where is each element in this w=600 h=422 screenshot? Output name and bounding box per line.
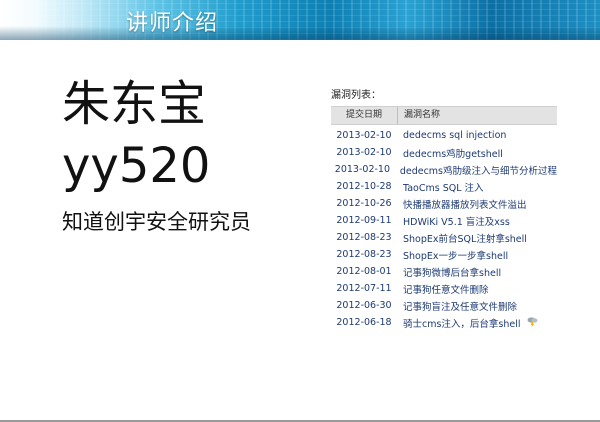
table-row: 2012-08-23 ShopEx前台SQL注射拿shell (331, 229, 557, 246)
row-date: 2012-10-28 (336, 181, 392, 192)
table-row: 2012-07-11 记事狗任意文件删除 (331, 280, 557, 297)
weather-icon (526, 313, 539, 332)
row-date: 2013-02-10 (336, 130, 392, 141)
row-date: 2013-02-10 (334, 164, 391, 175)
table-row: 2012-06-30 记事狗盲注及任意文件删除 (331, 297, 557, 314)
page-title: 讲师介绍 (126, 11, 219, 36)
header-banner: 讲师介绍 (0, 0, 600, 40)
row-name-link[interactable]: dedecms sql injection (397, 130, 506, 141)
row-name-link[interactable]: dedecms鸡肋级注入与细节分析过程 (394, 163, 557, 177)
table-row: 2012-08-01 记事狗微博后台拿shell (331, 263, 557, 280)
column-header-date: 提交日期 (331, 107, 398, 124)
column-header-name: 漏洞名称 (404, 110, 441, 120)
vuln-table-header: 提交日期 漏洞名称 (331, 106, 557, 125)
row-name-link[interactable]: ShopEx一步一步拿shell (397, 248, 508, 262)
row-date: 2012-06-18 (336, 317, 392, 328)
row-date: 2013-02-10 (336, 147, 392, 158)
row-date: 2012-06-30 (336, 300, 392, 311)
vuln-list-caption: 漏洞列表： (331, 90, 381, 101)
table-row: 2013-02-10 dedecms鸡肋级注入与细节分析过程 (331, 161, 557, 178)
table-row: 2012-10-28 TaoCms SQL 注入 (331, 178, 557, 195)
row-date: 2012-08-23 (336, 232, 392, 243)
table-row: 2012-10-26 快播播放器播放列表文件溢出 (331, 195, 557, 212)
row-date: 2012-07-11 (336, 283, 392, 294)
row-date: 2012-10-26 (336, 198, 392, 209)
speaker-name: 朱东宝 (62, 76, 207, 132)
table-row: 2013-02-10 dedecms鸡肋getshell (331, 144, 557, 161)
row-name-link[interactable]: 记事狗任意文件删除 (397, 282, 489, 296)
row-name-link[interactable]: 快播播放器播放列表文件溢出 (397, 197, 527, 211)
row-name-link[interactable]: ShopEx前台SQL注射拿shell (397, 231, 527, 245)
banner-shade (0, 26, 600, 40)
table-row: 2012-06-18 骑士cms注入，后台拿shell (331, 314, 557, 331)
row-name-link[interactable]: dedecms鸡肋getshell (397, 146, 503, 160)
row-name-link[interactable]: HDWiKi V5.1 盲注及xss (397, 214, 510, 228)
table-row: 2013-02-10 dedecms sql injection (331, 127, 557, 144)
vuln-table: 提交日期 漏洞名称 2013-02-10 dedecms sql injecti… (331, 106, 557, 331)
table-row: 2012-09-11 HDWiKi V5.1 盲注及xss (331, 212, 557, 229)
row-date: 2012-09-11 (336, 215, 392, 226)
row-name-link[interactable]: TaoCms SQL 注入 (397, 180, 484, 194)
vuln-rows: 2013-02-10 dedecms sql injection 2013-02… (331, 127, 557, 331)
row-date: 2012-08-01 (336, 266, 392, 277)
row-date: 2012-08-23 (336, 249, 392, 260)
table-row: 2012-08-23 ShopEx一步一步拿shell (331, 246, 557, 263)
speaker-handle: yy520 (62, 138, 211, 194)
speaker-title: 知道创宇安全研究员 (62, 210, 251, 234)
row-name-link[interactable]: 记事狗微博后台拿shell (397, 265, 501, 279)
row-name-link[interactable]: 骑士cms注入，后台拿shell (397, 316, 521, 330)
row-name-link[interactable]: 记事狗盲注及任意文件删除 (397, 299, 517, 313)
